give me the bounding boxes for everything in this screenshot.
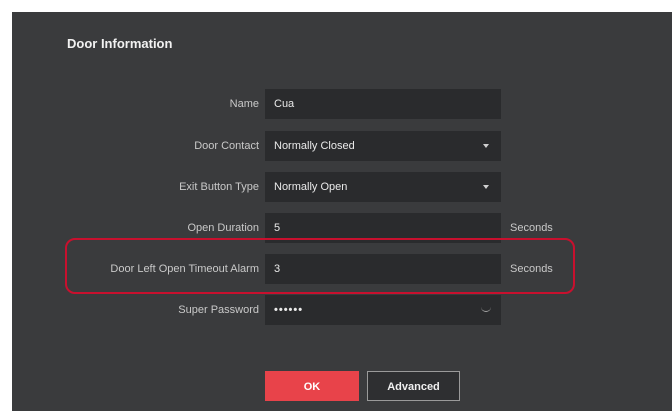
open-duration-row: Open Duration Seconds	[12, 213, 672, 243]
advanced-button[interactable]: Advanced	[367, 371, 460, 401]
super-password-label: Super Password	[178, 304, 259, 316]
super-password-value: ••••••	[274, 304, 304, 316]
section-title: Door Information	[67, 36, 173, 51]
open-duration-unit: Seconds	[510, 222, 553, 234]
super-password-row: Super Password ••••••	[12, 295, 672, 325]
door-contact-select[interactable]: Normally Closed	[265, 131, 501, 161]
exit-button-type-value: Normally Open	[274, 181, 348, 193]
super-password-input[interactable]: ••••••	[265, 295, 501, 325]
timeout-alarm-label: Door Left Open Timeout Alarm	[110, 263, 259, 275]
open-duration-input[interactable]	[265, 213, 501, 243]
timeout-alarm-row: Door Left Open Timeout Alarm Seconds	[12, 254, 672, 284]
timeout-alarm-input[interactable]	[265, 254, 501, 284]
exit-button-type-select[interactable]: Normally Open	[265, 172, 501, 202]
chevron-down-icon	[483, 144, 489, 148]
name-input[interactable]	[265, 89, 501, 119]
door-contact-label: Door Contact	[194, 140, 259, 152]
ok-button[interactable]: OK	[265, 371, 359, 401]
timeout-alarm-unit: Seconds	[510, 263, 553, 275]
eye-closed-icon[interactable]	[481, 307, 491, 312]
name-row: Name	[12, 89, 672, 119]
exit-button-type-label: Exit Button Type	[179, 181, 259, 193]
door-contact-value: Normally Closed	[274, 140, 355, 152]
name-label: Name	[229, 98, 259, 110]
chevron-down-icon	[483, 185, 489, 189]
door-contact-row: Door Contact Normally Closed	[12, 131, 672, 161]
open-duration-label: Open Duration	[187, 222, 259, 234]
door-information-panel: Door Information Name Door Contact Norma…	[12, 12, 672, 411]
exit-button-type-row: Exit Button Type Normally Open	[12, 172, 672, 202]
